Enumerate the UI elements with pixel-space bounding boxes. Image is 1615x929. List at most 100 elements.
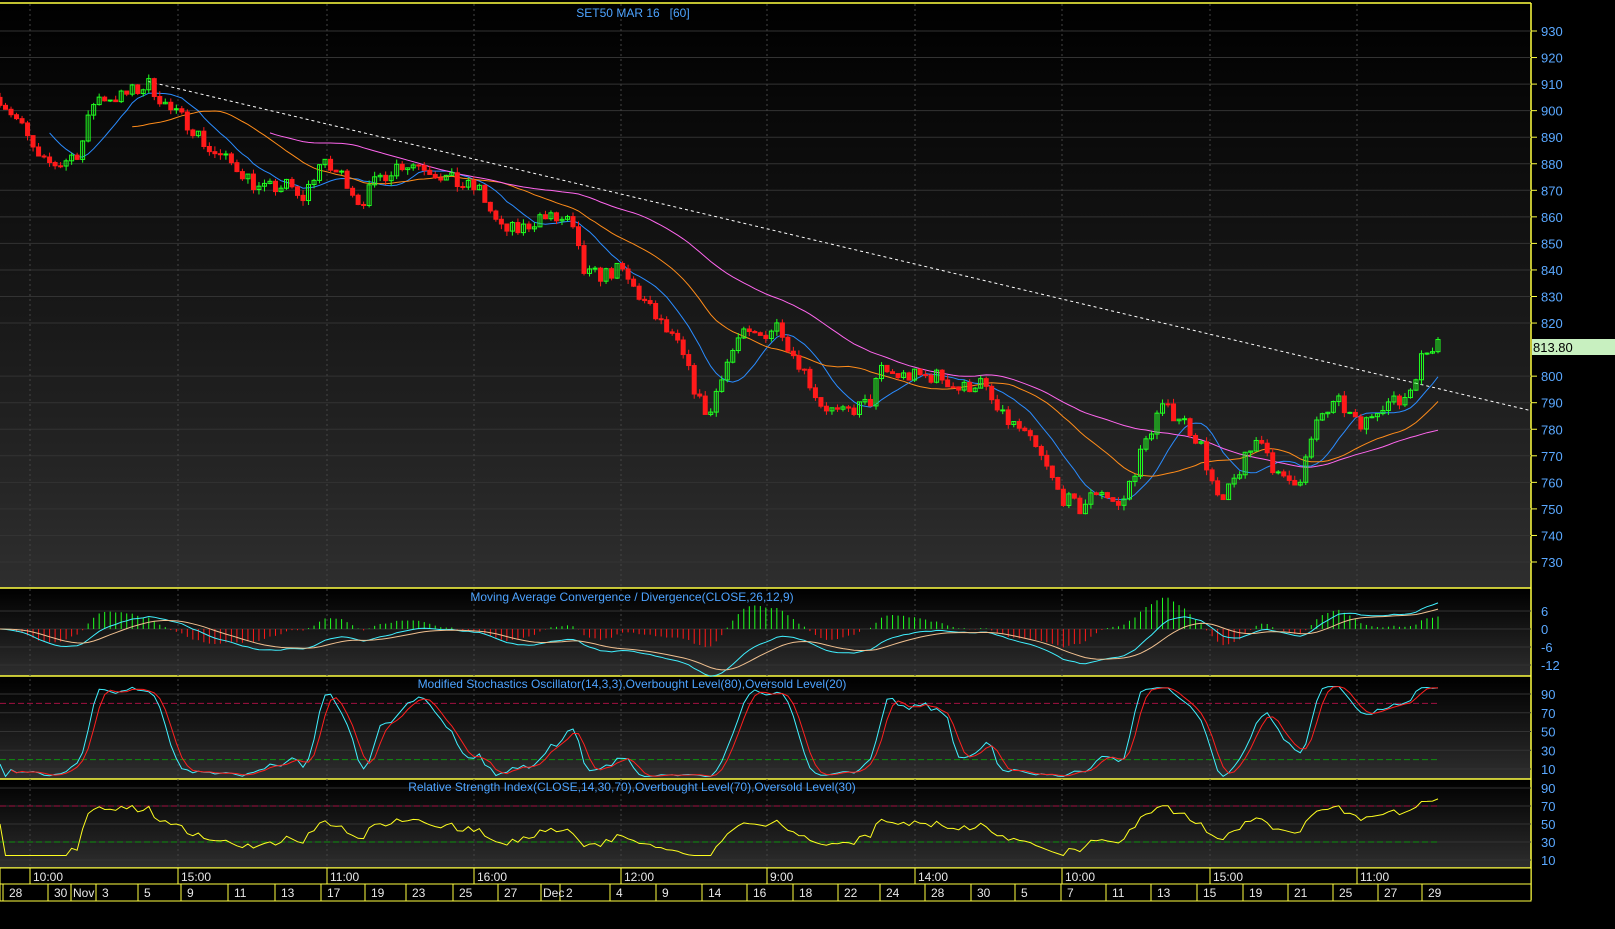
stoch-tick-label: 50 — [1541, 725, 1555, 740]
date-label: 11 — [1112, 886, 1125, 900]
candle — [895, 373, 901, 378]
candle — [581, 245, 587, 274]
candle — [1044, 454, 1050, 467]
y-tick-label: 800 — [1541, 369, 1563, 384]
date-label: 27 — [504, 886, 518, 900]
candle — [250, 173, 256, 191]
candle — [300, 194, 306, 202]
candle — [967, 381, 973, 393]
candle — [1275, 471, 1281, 474]
candle — [515, 222, 521, 234]
candle — [1038, 445, 1044, 456]
candle — [1110, 497, 1116, 502]
candle — [1204, 441, 1210, 471]
candle — [1093, 492, 1099, 496]
y-tick-label: 740 — [1541, 528, 1563, 543]
date-label: 13 — [281, 886, 295, 900]
y-tick-label: 850 — [1541, 236, 1563, 251]
date-label: 25 — [1339, 886, 1353, 900]
candle — [212, 151, 218, 155]
candle — [344, 170, 350, 189]
candle — [1292, 479, 1298, 486]
candle — [14, 114, 20, 120]
candle — [124, 90, 130, 95]
date-label: 19 — [371, 886, 385, 900]
candle — [454, 172, 460, 188]
candle — [1104, 492, 1110, 499]
candle — [1071, 493, 1077, 499]
candle — [1182, 418, 1188, 421]
candle — [956, 386, 962, 391]
candle — [223, 153, 229, 156]
candle — [763, 334, 769, 339]
date-label: Nov — [73, 886, 94, 900]
date-label: 18 — [799, 886, 813, 900]
candle — [36, 146, 42, 157]
candle — [647, 300, 653, 304]
candle — [1171, 403, 1177, 422]
candle — [201, 130, 207, 147]
candle — [553, 212, 559, 222]
stoch-tick-label: 30 — [1541, 743, 1555, 758]
candle — [928, 374, 934, 383]
candle — [217, 153, 223, 156]
candle — [1347, 411, 1353, 414]
candle — [845, 406, 851, 409]
candle — [471, 179, 477, 191]
time-label: 15:00 — [1213, 870, 1243, 884]
date-label: 30 — [54, 886, 68, 900]
y-tick-label: 840 — [1541, 263, 1563, 278]
date-label: 2 — [566, 886, 573, 900]
macd-tick-label: 6 — [1541, 604, 1548, 619]
candle — [179, 108, 185, 113]
candle — [190, 129, 196, 137]
candle — [52, 162, 58, 167]
date-label: 3 — [102, 886, 109, 900]
time-label: 15:00 — [181, 870, 211, 884]
y-tick-label: 770 — [1541, 449, 1563, 464]
candle — [702, 395, 708, 415]
candle — [1396, 395, 1402, 406]
candle — [779, 322, 785, 338]
candle — [1077, 497, 1083, 515]
candle — [383, 174, 389, 182]
candle — [823, 405, 829, 412]
candle — [939, 369, 945, 381]
candle — [328, 158, 334, 171]
candle — [1060, 488, 1066, 506]
candle — [239, 171, 245, 180]
candle — [851, 407, 857, 415]
y-tick-label: 860 — [1541, 210, 1563, 225]
date-label: 27 — [1384, 886, 1398, 900]
candle — [598, 267, 604, 282]
candle — [157, 95, 163, 105]
candle — [1281, 471, 1287, 477]
candle — [906, 372, 912, 381]
candle — [1193, 434, 1199, 444]
candle — [234, 162, 240, 173]
candle — [631, 278, 637, 287]
candle — [168, 101, 174, 111]
y-tick-label: 820 — [1541, 316, 1563, 331]
price-chart[interactable]: SET50 MAR 16 [60] Moving Average Converge… — [0, 0, 1615, 929]
candle — [989, 385, 995, 401]
candle — [812, 387, 818, 399]
candle — [206, 145, 212, 153]
y-tick-label: 730 — [1541, 555, 1563, 570]
candle — [339, 170, 345, 173]
date-label: 23 — [412, 886, 426, 900]
candle — [542, 214, 548, 220]
last-price-label: 813.80 — [1533, 340, 1573, 355]
macd-tick-label: 0 — [1541, 622, 1548, 637]
candle — [361, 203, 367, 207]
date-label: 30 — [977, 886, 991, 900]
candle — [1115, 500, 1121, 506]
date-label: 17 — [327, 886, 341, 900]
candle — [19, 118, 25, 124]
candle — [807, 368, 813, 389]
candle — [493, 210, 499, 220]
y-tick-label: 760 — [1541, 475, 1563, 490]
date-label: 9 — [662, 886, 669, 900]
candle — [1424, 352, 1430, 355]
date-label: 7 — [1067, 886, 1074, 900]
